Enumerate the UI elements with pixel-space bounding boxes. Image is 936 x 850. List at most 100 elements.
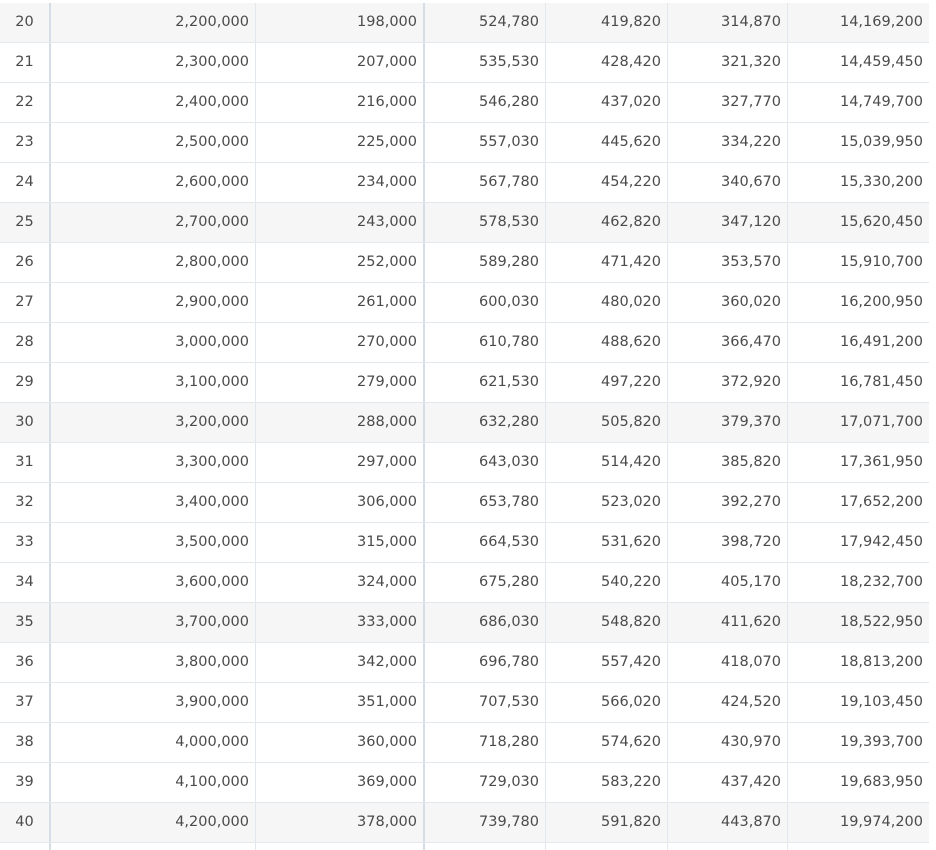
- table-row[interactable]: 35 3,700,000 333,000 686,030 548,820 411,620 1…: [0, 603, 929, 643]
- column-2-cell[interactable]: 378,000: [256, 803, 425, 842]
- column-1-cell[interactable]: 2,200,000: [51, 3, 256, 42]
- column-1-cell[interactable]: 4,000,000: [51, 723, 256, 762]
- column-2-cell[interactable]: 270,000: [256, 323, 425, 362]
- row-number-cell[interactable]: 39: [0, 763, 51, 802]
- column-5-cell[interactable]: 366,470: [668, 323, 788, 362]
- column-3-cell[interactable]: 739,780: [425, 803, 546, 842]
- column-4-cell[interactable]: 428,420: [546, 43, 668, 82]
- row-number-cell[interactable]: 33: [0, 523, 51, 562]
- column-5-cell[interactable]: 314,870: [668, 3, 788, 42]
- column-1-cell[interactable]: 3,000,000: [51, 323, 256, 362]
- column-5-cell[interactable]: 437,420: [668, 763, 788, 802]
- table-row[interactable]: 29 3,100,000 279,000 621,530 497,220 372,920 1…: [0, 363, 929, 403]
- row-number-cell[interactable]: 29: [0, 363, 51, 402]
- column-1-cell[interactable]: 2,900,000: [51, 283, 256, 322]
- column-2-cell[interactable]: 216,000: [256, 83, 425, 122]
- column-3-cell[interactable]: 621,530: [425, 363, 546, 402]
- column-1-cell[interactable]: 3,600,000: [51, 563, 256, 602]
- column-1-cell[interactable]: 2,800,000: [51, 243, 256, 282]
- table-row[interactable]: 24 2,600,000 234,000 567,780 454,220 340,670 1…: [0, 163, 929, 203]
- column-3-cell[interactable]: 643,030: [425, 443, 546, 482]
- table-row[interactable]: 23 2,500,000 225,000 557,030 445,620 334,220 1…: [0, 123, 929, 163]
- table-row[interactable]: 40 4,200,000 378,000 739,780 591,820 443,870 1…: [0, 803, 929, 843]
- column-6-cell[interactable]: 15,330,200: [788, 163, 929, 202]
- column-1-cell[interactable]: 2,500,000: [51, 123, 256, 162]
- column-6-cell[interactable]: 17,361,950: [788, 443, 929, 482]
- row-number-cell[interactable]: 35: [0, 603, 51, 642]
- column-1-cell[interactable]: 3,500,000: [51, 523, 256, 562]
- column-5-cell[interactable]: 327,770: [668, 83, 788, 122]
- column-5-cell[interactable]: 340,670: [668, 163, 788, 202]
- column-4-cell[interactable]: 437,020: [546, 83, 668, 122]
- column-2-cell[interactable]: 243,000: [256, 203, 425, 242]
- column-6-cell[interactable]: 19,103,450: [788, 683, 929, 722]
- column-5-cell[interactable]: 379,370: [668, 403, 788, 442]
- column-2-cell[interactable]: 234,000: [256, 163, 425, 202]
- column-6-cell[interactable]: 17,942,450: [788, 523, 929, 562]
- column-2-cell[interactable]: 333,000: [256, 603, 425, 642]
- row-number-cell[interactable]: 23: [0, 123, 51, 162]
- column-2-cell[interactable]: 261,000: [256, 283, 425, 322]
- column-5-cell[interactable]: 424,520: [668, 683, 788, 722]
- table-row[interactable]: 26 2,800,000 252,000 589,280 471,420 353,570 1…: [0, 243, 929, 283]
- row-number-cell[interactable]: 20: [0, 3, 51, 42]
- row-number-cell[interactable]: 32: [0, 483, 51, 522]
- column-3-cell[interactable]: 718,280: [425, 723, 546, 762]
- column-5-cell[interactable]: 418,070: [668, 643, 788, 682]
- column-1-cell[interactable]: 2,600,000: [51, 163, 256, 202]
- row-number-cell[interactable]: 37: [0, 683, 51, 722]
- table-row[interactable]: 33 3,500,000 315,000 664,530 531,620 398,720 1…: [0, 523, 929, 563]
- column-3-cell[interactable]: 664,530: [425, 523, 546, 562]
- column-1-cell[interactable]: 4,200,000: [51, 803, 256, 842]
- column-6-cell[interactable]: 15,910,700: [788, 243, 929, 282]
- column-4-cell[interactable]: 480,020: [546, 283, 668, 322]
- column-2-cell[interactable]: 297,000: [256, 443, 425, 482]
- column-3-cell[interactable]: 578,530: [425, 203, 546, 242]
- column-4-cell[interactable]: 454,220: [546, 163, 668, 202]
- table-row[interactable]: 20 2,200,000 198,000 524,780 419,820 314,870 1…: [0, 3, 929, 43]
- column-5-cell[interactable]: 353,570: [668, 243, 788, 282]
- column-5-cell[interactable]: 411,620: [668, 603, 788, 642]
- table-row[interactable]: 34 3,600,000 324,000 675,280 540,220 405,170 1…: [0, 563, 929, 603]
- column-2-cell[interactable]: 351,000: [256, 683, 425, 722]
- row-number-cell[interactable]: 30: [0, 403, 51, 442]
- column-1-cell[interactable]: 3,700,000: [51, 603, 256, 642]
- table-row[interactable]: 32 3,400,000 306,000 653,780 523,020 392,270 1…: [0, 483, 929, 523]
- column-3-cell[interactable]: 557,030: [425, 123, 546, 162]
- row-number-cell[interactable]: 38: [0, 723, 51, 762]
- column-4-cell[interactable]: 531,620: [546, 523, 668, 562]
- table-row[interactable]: 30 3,200,000 288,000 632,280 505,820 379,370 1…: [0, 403, 929, 443]
- column-2-cell[interactable]: 252,000: [256, 243, 425, 282]
- column-4-cell[interactable]: 505,820: [546, 403, 668, 442]
- column-4-cell[interactable]: 548,820: [546, 603, 668, 642]
- column-6-cell[interactable]: 14,459,450: [788, 43, 929, 82]
- column-4-cell[interactable]: 583,220: [546, 763, 668, 802]
- row-number-cell[interactable]: 36: [0, 643, 51, 682]
- table-row[interactable]: 38 4,000,000 360,000 718,280 574,620 430,970 1…: [0, 723, 929, 763]
- column-6-cell[interactable]: 16,781,450: [788, 363, 929, 402]
- table-row[interactable]: 21 2,300,000 207,000 535,530 428,420 321,320 1…: [0, 43, 929, 83]
- row-number-cell[interactable]: 31: [0, 443, 51, 482]
- row-number-cell[interactable]: 27: [0, 283, 51, 322]
- column-2-cell[interactable]: 225,000: [256, 123, 425, 162]
- column-1-cell[interactable]: 3,100,000: [51, 363, 256, 402]
- table-row[interactable]: 37 3,900,000 351,000 707,530 566,020 424,520 1…: [0, 683, 929, 723]
- column-3-cell[interactable]: 589,280: [425, 243, 546, 282]
- column-3-cell[interactable]: 546,280: [425, 83, 546, 122]
- column-2-cell[interactable]: 315,000: [256, 523, 425, 562]
- column-1-cell[interactable]: 2,700,000: [51, 203, 256, 242]
- row-number-cell[interactable]: 25: [0, 203, 51, 242]
- column-5-cell[interactable]: 443,870: [668, 803, 788, 842]
- column-1-cell[interactable]: 2,300,000: [51, 43, 256, 82]
- column-4-cell[interactable]: 540,220: [546, 563, 668, 602]
- column-5-cell[interactable]: 385,820: [668, 443, 788, 482]
- column-6-cell[interactable]: 18,522,950: [788, 603, 929, 642]
- column-5-cell[interactable]: 392,270: [668, 483, 788, 522]
- column-3-cell[interactable]: 600,030: [425, 283, 546, 322]
- column-6-cell[interactable]: 16,491,200: [788, 323, 929, 362]
- column-6-cell[interactable]: 18,813,200: [788, 643, 929, 682]
- column-1-cell[interactable]: 3,900,000: [51, 683, 256, 722]
- column-6-cell[interactable]: 19,974,200: [788, 803, 929, 842]
- column-5-cell[interactable]: 430,970: [668, 723, 788, 762]
- row-number-cell[interactable]: 21: [0, 43, 51, 82]
